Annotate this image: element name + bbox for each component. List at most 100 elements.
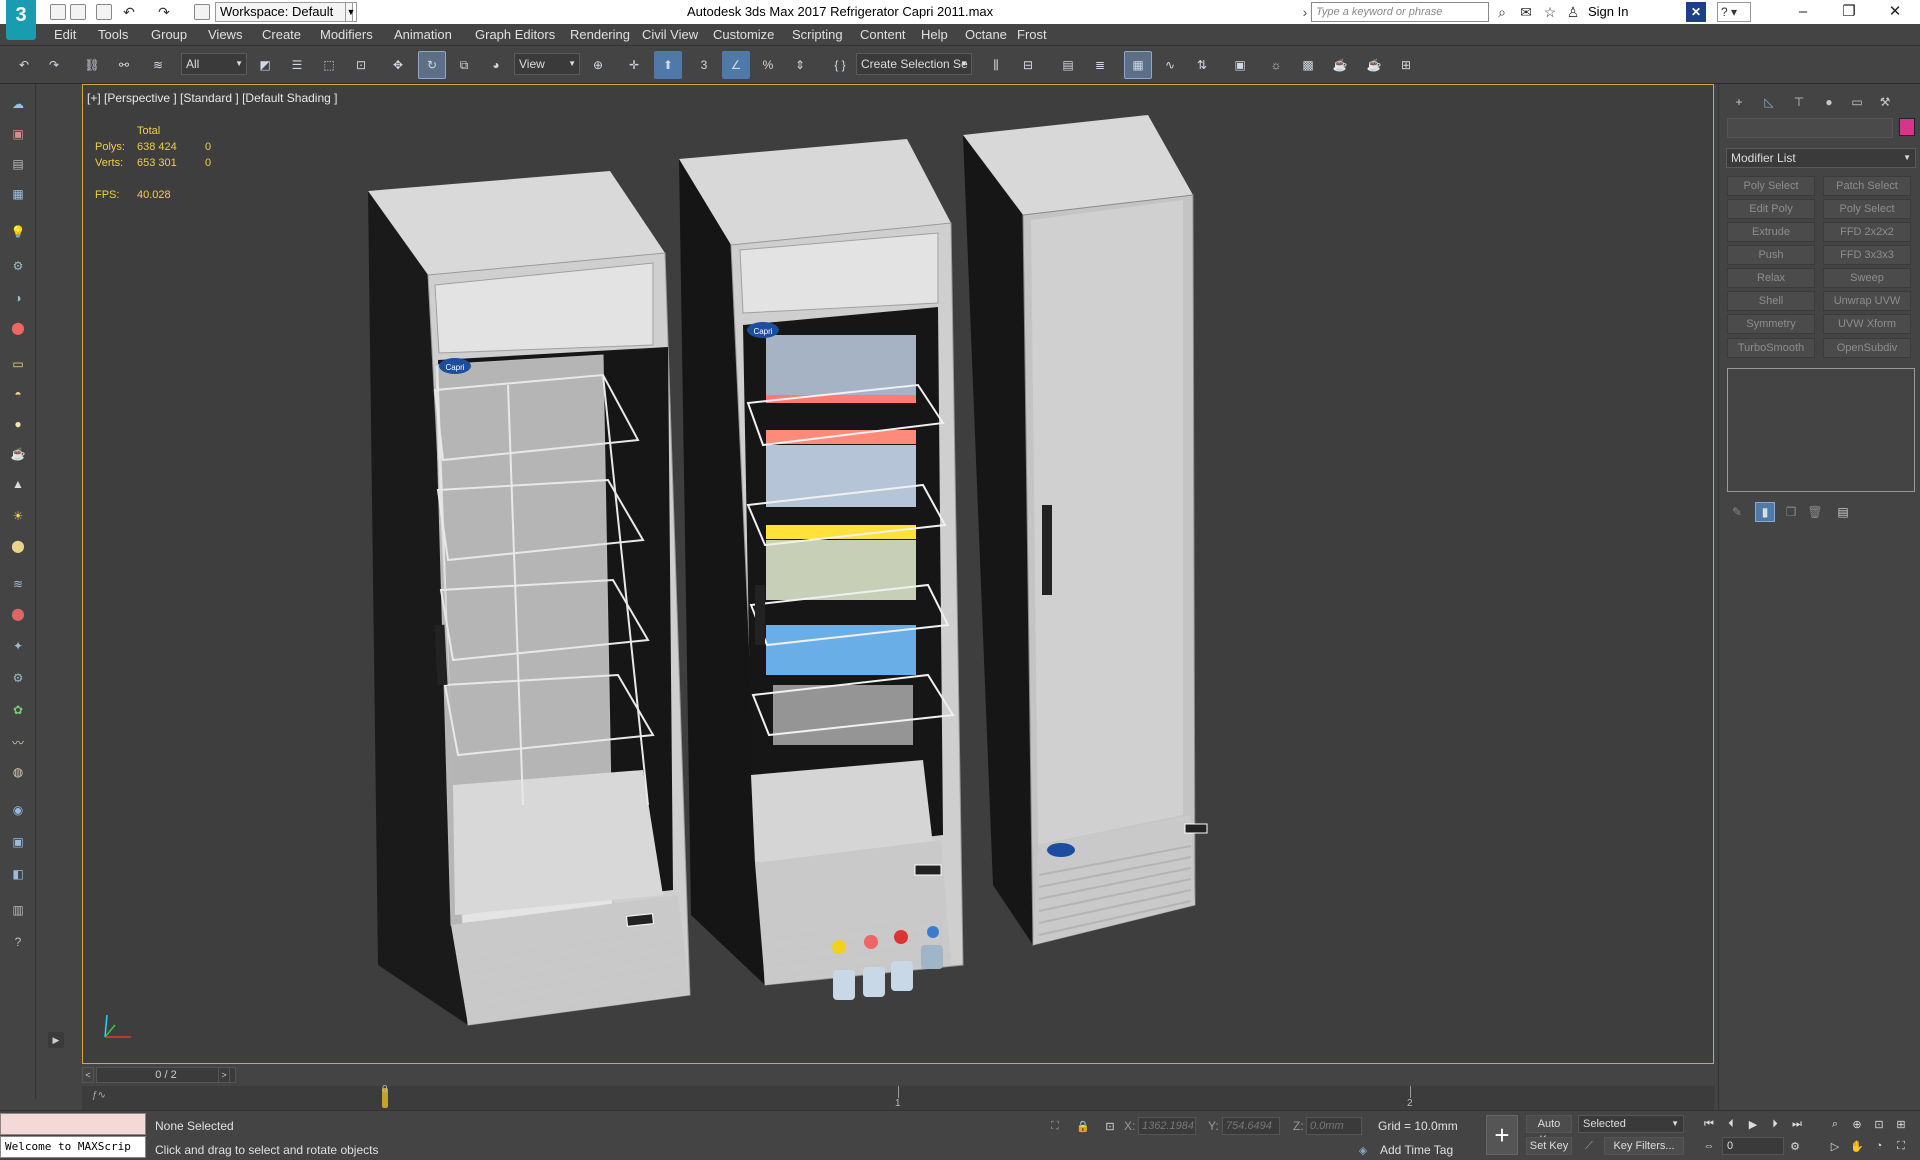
menu-help[interactable]: Help xyxy=(921,27,948,42)
mirror-icon[interactable]: ⫼ xyxy=(982,51,1010,79)
go-to-end-icon[interactable]: ⏭ xyxy=(1788,1115,1806,1133)
menu-civil-view[interactable]: Civil View xyxy=(642,27,698,42)
next-frame-icon[interactable]: ⏵ xyxy=(1766,1115,1784,1133)
minimize-icon[interactable]: – xyxy=(1780,0,1826,24)
teapot-primitive-icon[interactable]: ☕ xyxy=(6,442,30,466)
new-file-icon[interactable] xyxy=(50,4,66,20)
isolate-selection-icon[interactable]: ⛶ xyxy=(1046,1117,1064,1135)
cone-primitive-icon[interactable]: ▲ xyxy=(6,472,30,496)
favorites-star-icon[interactable]: ☆ xyxy=(1541,3,1559,21)
help-button[interactable]: ? ▾ xyxy=(1717,2,1751,22)
hemisphere-primitive-icon[interactable]: ◓ xyxy=(6,382,30,406)
modifier-relax-button[interactable]: Relax xyxy=(1727,268,1815,288)
menu-content[interactable]: Content xyxy=(860,27,906,42)
frame-counter[interactable]: 0 / 2 xyxy=(96,1067,236,1083)
bind-space-warp-icon[interactable]: ≋ xyxy=(144,51,172,79)
bone-tool-icon[interactable]: ✦ xyxy=(6,634,30,658)
modifier-push-button[interactable]: Push xyxy=(1727,245,1815,265)
select-object-icon[interactable]: ◩ xyxy=(251,51,279,79)
modifier-list-dropdown[interactable]: Modifier List ▼ xyxy=(1726,148,1916,168)
field-of-view-icon[interactable]: ▷ xyxy=(1826,1137,1844,1155)
project-folder-icon[interactable] xyxy=(194,4,210,20)
auto-key-button[interactable]: Auto Key xyxy=(1526,1115,1572,1146)
modifier-poly-select-button[interactable]: Poly Select xyxy=(1727,176,1815,196)
align-icon[interactable]: ⊟ xyxy=(1014,51,1042,79)
modifier-unwrap-uvw-button[interactable]: Unwrap UVW xyxy=(1823,291,1911,311)
plant-tool-icon[interactable]: ✿ xyxy=(6,698,30,722)
pin-stack-icon[interactable]: ✎ xyxy=(1727,502,1747,522)
rectangular-selection-icon[interactable]: ⬚ xyxy=(315,51,343,79)
rotate-icon[interactable]: ↻ xyxy=(418,51,446,79)
set-keys-plus-icon[interactable]: + xyxy=(1486,1115,1518,1155)
previous-frame-icon[interactable]: ⏴ xyxy=(1722,1115,1740,1133)
gear-icon[interactable]: ⚙ xyxy=(6,666,30,690)
motion-tab-icon[interactable]: ● xyxy=(1817,90,1841,114)
menu-group[interactable]: Group xyxy=(151,27,187,42)
hair-tool-icon[interactable]: 〰 xyxy=(6,730,30,754)
set-key-button[interactable]: Set Key xyxy=(1526,1137,1572,1155)
spinner-snap-icon[interactable]: ⇕ xyxy=(786,51,814,79)
menu-modifiers[interactable]: Modifiers xyxy=(320,27,373,42)
zoom-extents-icon[interactable]: ⊡ xyxy=(1870,1115,1888,1133)
object-color-swatch[interactable] xyxy=(1899,118,1915,136)
time-configuration-icon[interactable]: ⚙ xyxy=(1786,1137,1804,1155)
scale-icon[interactable]: ⧉ xyxy=(450,51,478,79)
scene-explorer-icon[interactable]: ▦ xyxy=(1124,51,1152,79)
script-tool-icon[interactable]: ◧ xyxy=(6,862,30,886)
modifier-symmetry-button[interactable]: Symmetry xyxy=(1727,314,1815,334)
camera-tool-icon[interactable]: ⬤ xyxy=(6,316,30,340)
menu-customize[interactable]: Customize xyxy=(713,27,774,42)
user-icon[interactable]: ♙ xyxy=(1564,3,1582,21)
open-file-icon[interactable] xyxy=(70,4,86,20)
sphere-primitive-icon[interactable]: ● xyxy=(6,412,30,436)
absolute-mode-icon[interactable]: ⊡ xyxy=(1101,1117,1119,1135)
configure-modifier-sets-icon[interactable]: ▤ xyxy=(1833,502,1853,522)
table-tool-icon[interactable]: ▦ xyxy=(6,182,30,206)
material-editor-icon[interactable]: ▣ xyxy=(1226,51,1254,79)
undo-icon[interactable]: ↶ xyxy=(10,51,38,79)
key-mode-dropdown[interactable]: Selected ▼ xyxy=(1578,1115,1684,1133)
current-frame-field[interactable]: 0 xyxy=(1722,1137,1784,1155)
box-primitive-icon[interactable]: ▭ xyxy=(6,352,30,376)
menu-scripting[interactable]: Scripting xyxy=(792,27,843,42)
z-coordinate-field[interactable]: 0.0mm xyxy=(1306,1117,1362,1135)
maxscript-output[interactable]: Welcome to MAXScrip xyxy=(0,1136,146,1158)
reference-coordinate-dropdown[interactable]: View ▼ xyxy=(514,53,580,75)
y-coordinate-field[interactable]: 754.6494 xyxy=(1222,1117,1280,1135)
track-bar[interactable]: ƒ∿ 0 1 2 xyxy=(82,1084,1714,1110)
modifier-ffd-3x3x3-button[interactable]: FFD 3x3x3 xyxy=(1823,245,1911,265)
autodesk-exchange-icon[interactable]: ✕ xyxy=(1686,2,1706,22)
time-prev-icon[interactable]: < xyxy=(82,1067,94,1083)
create-tool-icon[interactable]: ☁ xyxy=(6,92,30,116)
snaps-toggle-icon[interactable]: 3 xyxy=(690,51,718,79)
time-next-icon[interactable]: > xyxy=(218,1067,230,1083)
pivot-center-icon[interactable]: ⊕ xyxy=(584,51,612,79)
menu-tools[interactable]: Tools xyxy=(98,27,128,42)
refrigerator-empty[interactable]: Capri xyxy=(368,171,691,1026)
time-tag-icon[interactable]: ◈ xyxy=(1354,1141,1372,1159)
perspective-viewport[interactable]: [+] [Perspective ] [Standard ] [Default … xyxy=(82,84,1714,1064)
cloth-tool-icon[interactable]: ◍ xyxy=(6,760,30,784)
menu-animation[interactable]: Animation xyxy=(394,27,452,42)
key-filters-button[interactable]: Key Filters... xyxy=(1604,1137,1684,1155)
layer-explorer-icon[interactable]: ▤ xyxy=(1054,51,1082,79)
modifier-uvw-xform-button[interactable]: UVW Xform xyxy=(1823,314,1911,334)
play-toggle-icon[interactable]: ▶ xyxy=(48,1032,64,1048)
menu-rendering[interactable]: Rendering xyxy=(570,27,630,42)
zoom-all-icon[interactable]: ⊕ xyxy=(1848,1115,1866,1133)
unlink-icon[interactable]: ⚯ xyxy=(110,51,138,79)
default-in-out-tangents-icon[interactable]: ⟋ xyxy=(1580,1137,1598,1155)
modifier-stack-list[interactable] xyxy=(1727,368,1915,492)
restore-icon[interactable]: ❐ xyxy=(1826,0,1872,24)
modifier-extrude-button[interactable]: Extrude xyxy=(1727,222,1815,242)
object-name-field[interactable] xyxy=(1727,118,1893,138)
named-selection-dropdown[interactable]: Create Selection Se ▼ xyxy=(856,53,972,75)
go-to-start-icon[interactable]: ⏮ xyxy=(1700,1115,1718,1133)
maximize-viewport-icon[interactable]: ⛶ xyxy=(1892,1137,1910,1155)
save-file-icon[interactable] xyxy=(96,4,112,20)
x-coordinate-field[interactable]: 1362.1984 xyxy=(1138,1117,1196,1135)
select-manipulate-icon[interactable]: ✛ xyxy=(620,51,648,79)
sun-light-icon[interactable]: ☀ xyxy=(6,504,30,528)
chevron-down-icon[interactable]: ▼ xyxy=(345,2,357,22)
communication-icon[interactable]: ✉ xyxy=(1517,3,1535,21)
